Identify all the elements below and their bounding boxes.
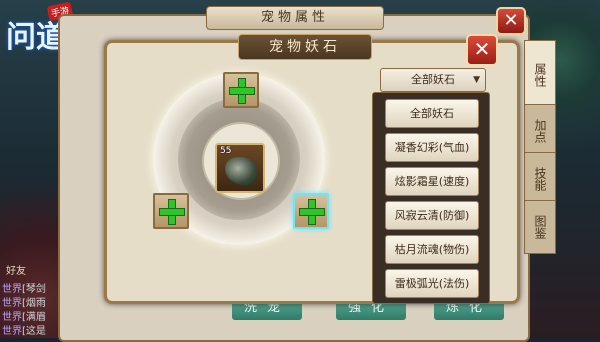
stone-slot-top[interactable] [223, 72, 259, 108]
outer-panel-title: 宠物属性 [206, 6, 384, 30]
stone-slot-left[interactable] [153, 193, 189, 229]
green-plus-icon [159, 199, 185, 225]
filter-option-defense[interactable]: 风寂云清(防御) [385, 201, 479, 230]
filter-option-all[interactable]: 全部妖石 [385, 99, 479, 128]
inner-panel-title: 宠物妖石 [238, 34, 372, 60]
green-plus-icon [299, 199, 325, 225]
friend-label[interactable]: 好友 [6, 262, 26, 277]
filter-option-hp[interactable]: 凝香幻彩(气血) [385, 133, 479, 162]
outer-close-button[interactable]: ✕ [496, 7, 526, 35]
filter-option-magic[interactable]: 雷极弧光(法伤) [385, 269, 479, 298]
filter-option-speed[interactable]: 炫影霜星(速度) [385, 167, 479, 196]
green-plus-icon [229, 78, 255, 104]
pet-portrait-slot[interactable]: 55 [215, 143, 265, 193]
chat-line: 世界[满眉 [2, 312, 46, 323]
chevron-down-icon: ▼ [473, 75, 480, 85]
tab-add-points[interactable]: 加点 [524, 104, 556, 158]
tab-attributes[interactable]: 属性 [524, 40, 556, 110]
pet-portrait-icon [225, 157, 257, 185]
tab-skills[interactable]: 技能 [524, 152, 556, 206]
chat-line: 世界[烟雨 [2, 298, 46, 309]
stone-filter-dropdown[interactable]: 全部妖石 ▼ [380, 68, 486, 92]
filter-option-physical[interactable]: 枯月流魂(物伤) [385, 235, 479, 264]
stone-slot-right[interactable] [293, 193, 329, 229]
chat-line: 世界[琴剑 [2, 284, 46, 295]
inner-close-button[interactable]: ✕ [466, 34, 498, 66]
stone-filter-value: 全部妖石 [411, 73, 455, 86]
pet-level: 55 [220, 146, 232, 156]
tab-handbook[interactable]: 图鉴 [524, 200, 556, 254]
chat-line: 世界[这是 [2, 326, 46, 337]
